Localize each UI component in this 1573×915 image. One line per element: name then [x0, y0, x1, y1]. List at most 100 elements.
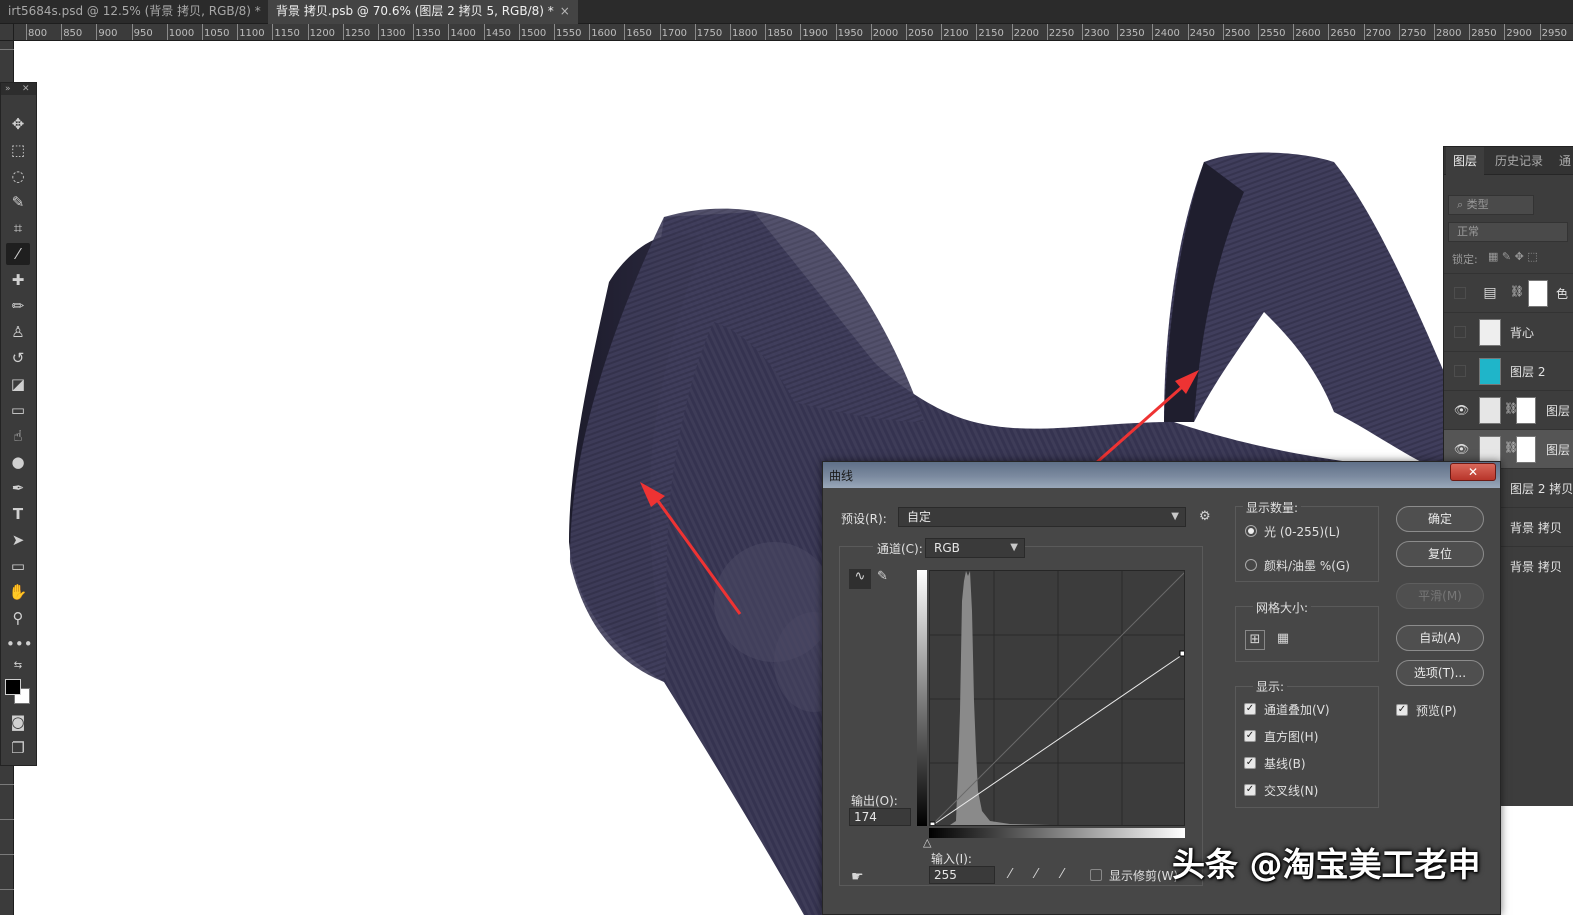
histogram-checkbox[interactable]: ✓	[1244, 730, 1256, 742]
quick-mask-icon[interactable]: ◙	[6, 711, 30, 733]
gradient-icon[interactable]: ▭	[6, 399, 30, 421]
tab-channels[interactable]: 通	[1552, 147, 1573, 175]
toolbar-header[interactable]: » ✕	[1, 83, 36, 95]
stamp-icon[interactable]: ♙	[6, 321, 30, 343]
ruler-label: 1600	[591, 28, 617, 39]
tab-layers[interactable]: 图层	[1446, 147, 1485, 175]
gear-icon[interactable]: ⚙	[1199, 509, 1211, 524]
ruler-label: 1550	[556, 28, 582, 39]
layer-row[interactable]: 👁 ⛓ 图层	[1444, 390, 1573, 429]
dodge-icon[interactable]: ●	[6, 451, 30, 473]
type-icon[interactable]: T	[6, 503, 30, 525]
dialog-title-bar[interactable]: 曲线 ✕	[823, 462, 1500, 488]
layer-row[interactable]: 背心	[1444, 312, 1573, 351]
rectangle-icon[interactable]: ▭	[6, 555, 30, 577]
quick-select-icon[interactable]: ✎	[6, 191, 30, 213]
lasso-icon[interactable]: ◌	[6, 165, 30, 187]
ruler-tick	[1117, 24, 1119, 40]
curves-graph[interactable]	[929, 570, 1185, 826]
detailed-grid-icon[interactable]: ▦	[1273, 630, 1293, 650]
ok-button[interactable]: 确定	[1396, 506, 1484, 532]
ruler-label: 1900	[802, 28, 828, 39]
simple-grid-icon[interactable]: ⊞	[1245, 630, 1265, 650]
brush-icon[interactable]: ✏	[6, 295, 30, 317]
light-radio[interactable]	[1245, 525, 1257, 537]
pen-icon[interactable]: ✒	[6, 477, 30, 499]
layer-mask-thumbnail[interactable]	[1516, 436, 1536, 463]
channel-overlay-checkbox[interactable]: ✓	[1244, 703, 1256, 715]
more-icon[interactable]: •••	[6, 633, 33, 655]
targeted-adjustment-icon[interactable]: ☛	[851, 869, 864, 885]
eye-icon[interactable]: 👁	[1454, 404, 1469, 416]
swap-colors-icon[interactable]: ⇆	[6, 655, 30, 677]
output-field[interactable]: 174	[849, 808, 911, 826]
zoom-icon[interactable]: ⚲	[6, 607, 30, 629]
layer-mask-thumbnail[interactable]	[1516, 397, 1536, 424]
tab-history[interactable]: 历史记录	[1488, 147, 1550, 175]
hand-icon[interactable]: ✋	[6, 581, 30, 603]
foreground-color-swatch[interactable]	[5, 679, 21, 695]
input-field[interactable]: 255	[929, 866, 995, 884]
ruler-tick	[730, 24, 731, 40]
preset-select[interactable]: 自定 ▼	[898, 507, 1186, 527]
layer-filter[interactable]: ⌕ 类型	[1448, 195, 1534, 215]
ruler-label: 2250	[1048, 28, 1075, 39]
baseline-checkbox[interactable]: ✓	[1244, 757, 1256, 769]
healing-icon[interactable]: ✚	[6, 269, 30, 291]
layer-mask-thumbnail[interactable]	[1528, 280, 1548, 307]
ruler-label: 2200	[1013, 28, 1040, 39]
white-eyedropper-icon[interactable]: ⁄	[1061, 867, 1063, 882]
channel-value: RGB	[934, 541, 960, 555]
move-icon[interactable]: ✥	[6, 113, 30, 135]
history-brush-icon[interactable]: ↺	[6, 347, 30, 369]
curves-graph-svg	[930, 571, 1184, 825]
preset-label: 预设(R):	[841, 512, 887, 526]
options-button[interactable]: 选项(T)...	[1396, 660, 1484, 686]
auto-button[interactable]: 自动(A)	[1396, 625, 1484, 651]
eye-icon[interactable]: 👁	[1454, 443, 1469, 455]
close-tab-2-icon[interactable]: ×	[560, 4, 570, 18]
crop-icon[interactable]: ⌗	[6, 217, 30, 239]
gray-eyedropper-icon[interactable]: ⁄	[1035, 867, 1037, 882]
screen-mode-icon[interactable]: ❐	[6, 737, 30, 759]
visibility-toggle[interactable]	[1454, 326, 1466, 338]
black-point-slider-icon[interactable]: △	[923, 836, 931, 849]
layer-name: 图层	[1546, 443, 1571, 457]
path-select-icon[interactable]: ➤	[6, 529, 30, 551]
close-icon[interactable]: ✕	[1450, 463, 1496, 481]
pigment-radio[interactable]	[1245, 559, 1257, 571]
blend-mode-select[interactable]: 正常	[1448, 222, 1568, 242]
preview-checkbox[interactable]: ✓	[1396, 704, 1408, 716]
smooth-button[interactable]: 平滑(M)	[1396, 583, 1484, 609]
smudge-icon[interactable]: ☝	[6, 425, 30, 447]
ruler-corner[interactable]	[0, 24, 14, 41]
black-eyedropper-icon[interactable]: ⁄	[1009, 867, 1011, 882]
channel-select[interactable]: RGB ▼	[925, 538, 1025, 558]
pencil-icon[interactable]: ✎	[877, 569, 888, 584]
eraser-icon[interactable]: ◪	[6, 373, 30, 395]
ruler-tick	[1046, 24, 1048, 40]
horizontal-ruler[interactable]: 800 850 900 950 1000 1050 1100 1150 1200 1250 1300…	[14, 24, 1573, 41]
layer-row[interactable]: ▤ ⛓ 色	[1444, 273, 1573, 312]
input-label: 输入(I):	[931, 852, 972, 866]
link-icon[interactable]: ⛓	[1510, 285, 1524, 298]
ruler-label: 1100	[239, 28, 265, 39]
ruler-tick	[413, 24, 415, 40]
layer-row[interactable]: 图层 2	[1444, 351, 1573, 390]
ruler-label: 2650	[1330, 28, 1356, 39]
visibility-toggle[interactable]	[1454, 365, 1466, 377]
ruler-tick	[272, 24, 274, 40]
visibility-toggle[interactable]	[1454, 287, 1466, 299]
document-tab-1[interactable]: irt5684s.psd @ 12.5% (背景 拷贝, RGB/8) *×	[0, 0, 285, 24]
layer-name: 背景 拷贝	[1510, 560, 1562, 574]
document-tab-2[interactable]: 背景 拷贝.psb @ 70.6% (图层 2 拷贝 5, RGB/8) * ×	[268, 0, 578, 24]
eyedropper-icon[interactable]: ⁄	[6, 243, 30, 265]
marquee-icon[interactable]: ⬚	[6, 139, 30, 161]
lock-icons[interactable]: ▦ ✎ ✥ ⬚	[1488, 250, 1538, 263]
show-clipping-checkbox[interactable]	[1090, 869, 1102, 881]
intersection-checkbox[interactable]: ✓	[1244, 784, 1256, 796]
curve-edit-icon[interactable]: ∿	[849, 569, 871, 589]
ruler-tick	[694, 24, 696, 40]
dialog-title: 曲线	[829, 469, 854, 483]
reset-button[interactable]: 复位	[1396, 541, 1484, 567]
